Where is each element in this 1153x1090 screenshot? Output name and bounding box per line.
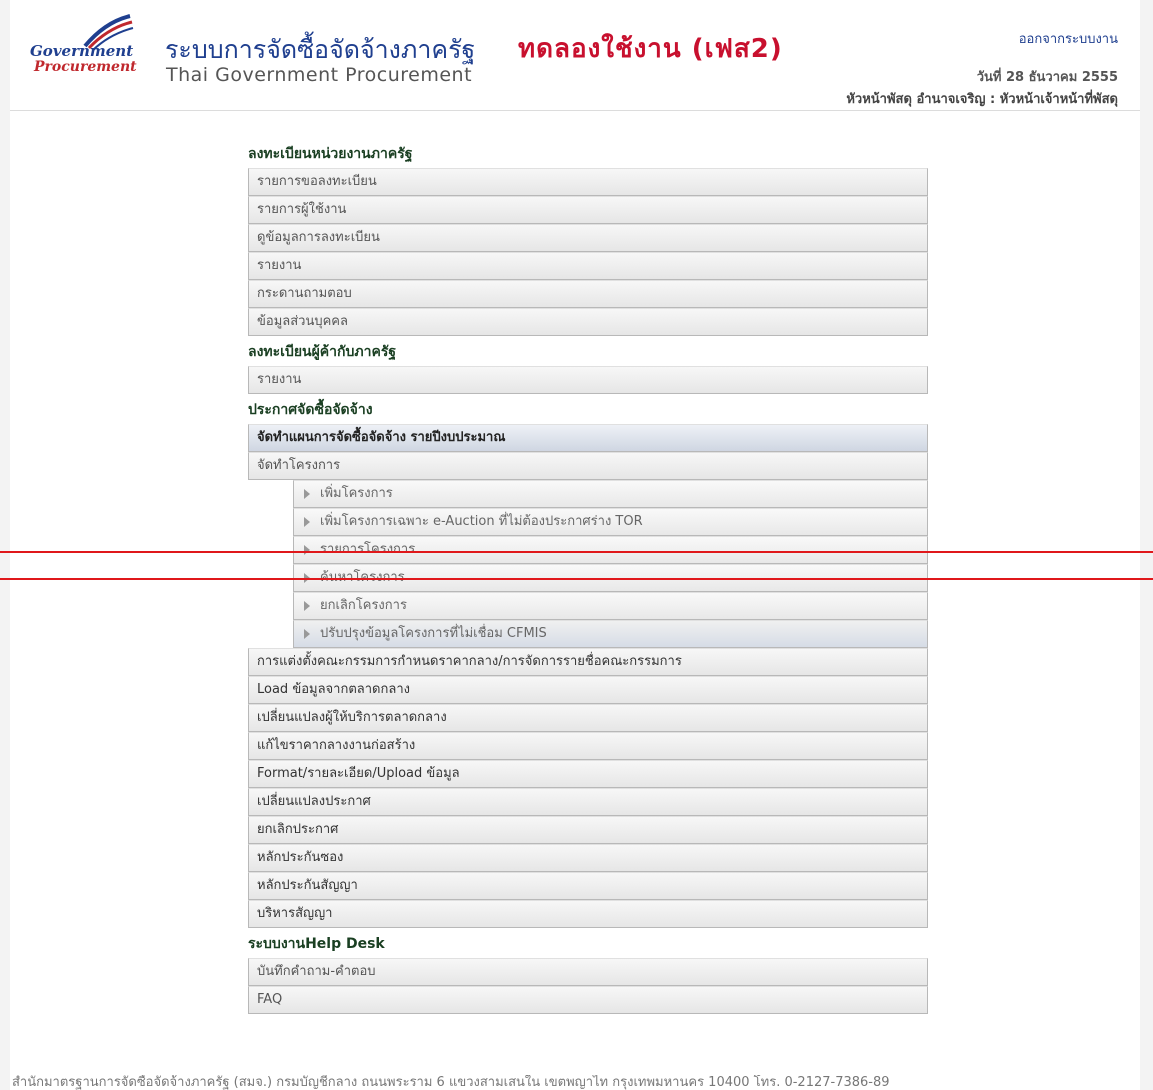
submenu-label: เพิ่มโครงการ	[320, 486, 393, 501]
menu-item-registration-requests[interactable]: รายการขอลงทะเบียน	[248, 168, 928, 196]
menu-item-committee-appointment[interactable]: การแต่งตั้งคณะกรรมการกำหนดราคากลาง/การจั…	[248, 648, 928, 676]
footer-address: สำนักมาตรฐานการจัดซื้อจัดจ้างภาครัฐ (สมจ…	[12, 1075, 890, 1090]
menu-item-user-list[interactable]: รายการผู้ใช้งาน	[248, 196, 928, 224]
logout-link[interactable]: ออกจากระบบงาน	[1019, 28, 1118, 49]
highlight-line-bottom	[0, 578, 1153, 580]
menu-item-contract-management[interactable]: บริหารสัญญา	[248, 900, 928, 928]
logo-line2: Procurement	[34, 59, 137, 75]
menu-item-change-market-provider[interactable]: เปลี่ยนแปลงผู้ให้บริการตลาดกลาง	[248, 704, 928, 732]
menu-item-personal-info[interactable]: ข้อมูลส่วนบุคคล	[248, 308, 928, 336]
menu-item-report[interactable]: รายงาน	[248, 252, 928, 280]
submenu-item-cancel-project[interactable]: ยกเลิกโครงการ	[293, 592, 928, 620]
site-title-english: Thai Government Procurement	[166, 64, 473, 86]
submenu-item-add-project[interactable]: เพิ่มโครงการ	[293, 480, 928, 508]
menu-item-format-upload[interactable]: Format/รายละเอียด/Upload ข้อมูล	[248, 760, 928, 788]
section-title-procurement-announcement: ประกาศจัดซื้อจัดจ้าง	[248, 402, 373, 418]
page: Government Procurement ระบบการจัดซื้อจัด…	[10, 0, 1140, 1090]
submenu-label: ปรับปรุงข้อมูลโครงการที่ไม่เชื่อม CFMIS	[320, 626, 547, 641]
arrow-right-icon	[304, 628, 310, 639]
submenu-label: ยกเลิกโครงการ	[320, 598, 407, 613]
menu-item-record-qa[interactable]: บันทึกคำถาม-คำตอบ	[248, 958, 928, 986]
submenu-label: เพิ่มโครงการเฉพาะ e-Auction ที่ไม่ต้องปร…	[320, 514, 643, 529]
header: Government Procurement ระบบการจัดซื้อจัด…	[10, 0, 1140, 111]
menu-item-vendor-report[interactable]: รายงาน	[248, 366, 928, 394]
menu-item-create-project[interactable]: จัดทำโครงการ	[248, 452, 928, 480]
arrow-right-icon	[304, 488, 310, 499]
highlight-line-top	[0, 551, 1153, 553]
current-date: วันที่ 28 ธันวาคม 2555	[976, 70, 1118, 85]
menu-item-view-registration[interactable]: ดูข้อมูลการลงทะเบียน	[248, 224, 928, 252]
arrow-right-icon	[304, 600, 310, 611]
menu-item-faq[interactable]: FAQ	[248, 986, 928, 1014]
menu-item-edit-construction-price[interactable]: แก้ไขราคากลางงานก่อสร้าง	[248, 732, 928, 760]
main-menu: ลงทะเบียนหน่วยงานภาครัฐ รายการขอลงทะเบีย…	[248, 138, 928, 1014]
logo-line1: Government	[30, 42, 134, 60]
arrow-right-icon	[304, 544, 310, 555]
government-procurement-logo[interactable]: Government Procurement	[20, 12, 160, 87]
menu-item-load-market-data[interactable]: Load ข้อมูลจากตลาดกลาง	[248, 676, 928, 704]
section-title-help-desk: ระบบงานHelp Desk	[248, 936, 385, 952]
menu-item-change-announcement[interactable]: เปลี่ยนแปลงประกาศ	[248, 788, 928, 816]
submenu-item-add-eauction-project[interactable]: เพิ่มโครงการเฉพาะ e-Auction ที่ไม่ต้องปร…	[293, 508, 928, 536]
arrow-right-icon	[304, 516, 310, 527]
section-title-gov-registration: ลงทะเบียนหน่วยงานภาครัฐ	[248, 146, 413, 162]
menu-item-qa-board[interactable]: กระดานถามตอบ	[248, 280, 928, 308]
footer: สำนักมาตรฐานการจัดซื้อจัดจ้างภาครัฐ (สมจ…	[0, 1075, 1153, 1090]
test-phase-label: ทดลองใช้งาน (เฟส2)	[518, 34, 783, 64]
submenu-label: รายการโครงการ	[320, 542, 416, 557]
menu-item-bid-guarantee[interactable]: หลักประกันซอง	[248, 844, 928, 872]
project-submenu: เพิ่มโครงการ เพิ่มโครงการเฉพาะ e-Auction…	[293, 480, 928, 648]
submenu-item-project-list[interactable]: รายการโครงการ	[293, 536, 928, 564]
user-info: หัวหน้าพัสดุ อำนาจเจริญ : หัวหน้าเจ้าหน้…	[846, 92, 1118, 107]
submenu-item-update-non-cfmis-project[interactable]: ปรับปรุงข้อมูลโครงการที่ไม่เชื่อม CFMIS	[293, 620, 928, 648]
menu-item-annual-plan[interactable]: จัดทำแผนการจัดซื้อจัดจ้าง รายปีงบประมาณ	[248, 424, 928, 452]
menu-item-contract-guarantee[interactable]: หลักประกันสัญญา	[248, 872, 928, 900]
menu-item-cancel-announcement[interactable]: ยกเลิกประกาศ	[248, 816, 928, 844]
section-title-vendor-registration: ลงทะเบียนผู้ค้ากับภาครัฐ	[248, 344, 397, 360]
